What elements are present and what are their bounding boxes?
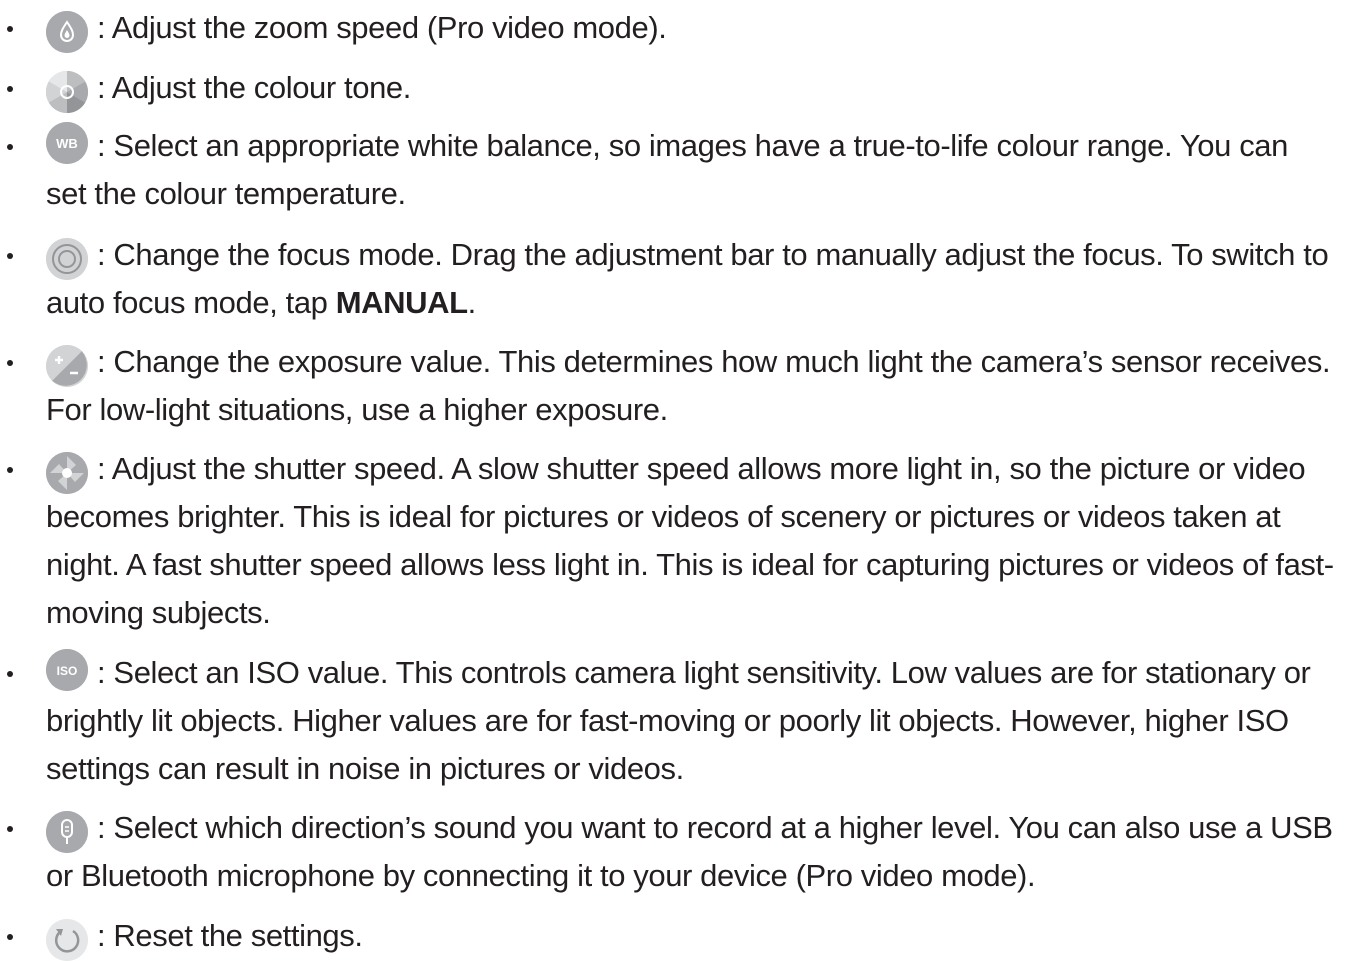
item-text: : Select which direction’s sound you wan… bbox=[46, 810, 1333, 893]
item-text: : Adjust the zoom speed (Pro video mode)… bbox=[97, 10, 667, 45]
bullet bbox=[7, 360, 13, 366]
item-text: : Select an ISO value. This controls cam… bbox=[46, 655, 1311, 786]
bullet bbox=[7, 671, 13, 677]
manual-label: MANUAL bbox=[335, 285, 468, 320]
item-text: : Reset the settings. bbox=[97, 918, 363, 953]
bullet bbox=[7, 934, 13, 940]
bullet bbox=[7, 826, 13, 832]
bullet bbox=[7, 253, 13, 259]
item-text: : Select an appropriate white balance, s… bbox=[46, 128, 1288, 211]
bullet bbox=[7, 26, 13, 32]
bullet bbox=[7, 144, 13, 150]
bullet bbox=[7, 467, 13, 473]
item-text: : Change the exposure value. This determ… bbox=[46, 344, 1331, 427]
bullet bbox=[7, 86, 13, 92]
item-text: : Adjust the colour tone. bbox=[97, 70, 411, 105]
item-text: : Adjust the shutter speed. A slow shutt… bbox=[46, 451, 1334, 630]
item-text: : Change the focus mode. Drag the adjust… bbox=[46, 237, 1329, 320]
